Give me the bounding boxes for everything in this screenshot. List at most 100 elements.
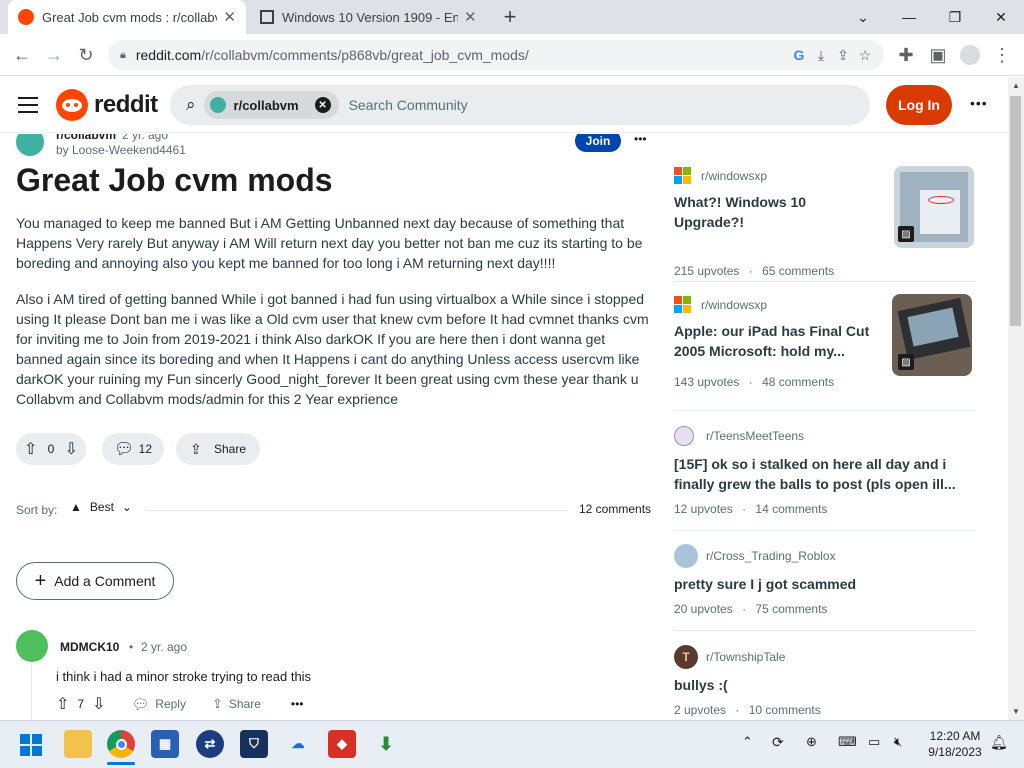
hamburger-menu-icon[interactable] (18, 97, 38, 113)
chrome-menu-icon[interactable]: ⋮ (988, 41, 1016, 69)
post-author[interactable]: by Loose-Weekend4461 (56, 143, 186, 157)
sort-dropdown[interactable]: ▲ Best ⌄ (70, 500, 132, 514)
related-sub: r/TeensMeetTeens (706, 429, 805, 443)
chevron-down-icon[interactable]: ⌄ (840, 0, 886, 34)
community-chip[interactable]: r/collabvm ✕ (203, 91, 339, 119)
related-title: What?! Windows 10 Upgrade?! (674, 194, 807, 230)
related-comments: 65 comments (762, 264, 835, 278)
download-manager-icon[interactable]: ⬇ (372, 730, 400, 758)
windows-start-icon[interactable] (20, 734, 42, 756)
related-dot: · (748, 264, 753, 278)
comment-votes: 7 (77, 697, 85, 711)
add-comment-button[interactable]: + Add a Comment (16, 562, 174, 600)
reply-icon[interactable]: 💬︎ (132, 696, 150, 713)
anydesk-icon[interactable]: ◆ (328, 730, 356, 758)
google-icon[interactable]: G (788, 44, 810, 66)
lock-icon: 🔒︎ (120, 48, 126, 61)
active-app-indicator (107, 762, 135, 765)
comments-button[interactable]: 💬︎ 12 (102, 433, 164, 465)
logo-text: reddit (94, 91, 158, 118)
related-upvotes: 143 upvotes (674, 375, 740, 389)
url-host: reddit.com (135, 47, 202, 63)
share-icon[interactable]: ⇪ (832, 44, 854, 66)
related-thumbnail[interactable]: ▨ (892, 294, 972, 376)
downvote-icon[interactable]: ⇩ (65, 439, 78, 459)
network-globe-icon[interactable]: ⊕ (806, 734, 817, 750)
comment-thread-line (31, 664, 32, 720)
related-upvotes: 20 upvotes (674, 602, 733, 616)
forward-icon[interactable]: → (40, 41, 68, 69)
related-thumbnail[interactable]: ▨ (894, 166, 974, 248)
cloud-app-icon[interactable]: ☁ (284, 730, 312, 758)
back-icon[interactable]: ← (8, 41, 36, 69)
extensions-icon[interactable]: ✚ (892, 41, 920, 69)
teamviewer-icon[interactable]: ⇄ (196, 730, 224, 758)
add-comment-label: Add a Comment (54, 573, 156, 589)
notification-bell-icon[interactable]: 🔔︎ (990, 734, 1008, 751)
share-icon[interactable]: ⇪ (212, 696, 223, 712)
commenter-avatar[interactable] (16, 630, 48, 662)
share-button[interactable]: ⇪ Share (176, 433, 260, 465)
scrollbar-thumb[interactable] (1010, 96, 1021, 326)
upvote-icon[interactable]: ⇧ (56, 694, 69, 714)
comment-icon: 💬︎ (114, 441, 135, 458)
restore-icon[interactable]: ❐ (932, 0, 978, 34)
tab-windows[interactable]: Windows 10 Version 1909 - Engl ✕ (250, 0, 488, 34)
scroll-up-icon[interactable]: ▲ (1012, 81, 1020, 90)
reply-button[interactable]: Reply (155, 697, 186, 711)
post-title: Great Job cvm mods (16, 162, 333, 198)
chrome-icon[interactable] (107, 730, 135, 758)
comment-time: 2 yr. ago (141, 640, 188, 654)
address-bar[interactable]: 🔒︎ reddit.com/r/collabvm/comments/p868vb… (108, 40, 884, 70)
main-content: r/collabvm 2 yr. ago by Loose-Weekend446… (0, 134, 1008, 720)
search-bar[interactable]: ⌕ r/collabvm ✕ Search Community (170, 85, 870, 125)
subreddit-avatar[interactable] (14, 134, 46, 158)
volume-muted-icon[interactable]: 🔇︎ (894, 734, 902, 750)
comment-actions: ⇧ 7 ⇩ 💬︎ Reply ⇪ Share ••• (56, 694, 304, 714)
store-icon[interactable]: ▦ (151, 730, 179, 758)
keyboard-icon[interactable]: ⌨ (838, 734, 857, 750)
comment-author[interactable]: MDMCK10 (60, 640, 119, 654)
tray-chevron-up-icon[interactable]: ⌃ (742, 734, 753, 750)
related-sub: r/Cross_Trading_Roblox (706, 549, 836, 563)
display-icon[interactable]: ▭ (868, 734, 880, 750)
sync-icon[interactable]: ⟳ (772, 734, 784, 751)
reload-icon[interactable]: ↻ (72, 41, 100, 69)
profile-icon[interactable] (956, 41, 984, 69)
comment-share-button[interactable]: Share (229, 697, 261, 711)
new-tab-button[interactable]: + (498, 4, 522, 29)
clock-date[interactable]: 9/18/2023 (922, 745, 988, 759)
related-upvotes: 12 upvotes (674, 502, 733, 516)
close-window-icon[interactable]: ✕ (978, 0, 1024, 34)
divider (674, 530, 976, 531)
bookmark-star-icon[interactable]: ☆ (854, 44, 876, 66)
reddit-logo[interactable]: reddit (56, 89, 158, 121)
close-tab-icon[interactable]: ✕ (464, 8, 477, 26)
subreddit-name[interactable]: r/collabvm (56, 134, 116, 142)
comment-more-icon[interactable]: ••• (291, 697, 304, 711)
minimize-icon[interactable]: — (886, 0, 932, 34)
shield-app-icon[interactable]: ⛉ (240, 730, 268, 758)
scroll-down-icon[interactable]: ▼ (1012, 707, 1020, 716)
post-more-icon[interactable]: ••• (634, 134, 647, 146)
install-icon[interactable]: ⤓ (810, 44, 832, 66)
post-body-paragraph-1: You managed to keep me banned But i AM G… (16, 215, 643, 271)
post-body-paragraph-2: Also i AM tired of getting banned While … (16, 291, 649, 407)
close-tab-icon[interactable]: ✕ (223, 8, 236, 26)
related-post[interactable]: r/TeensMeetTeens [15F] ok so i stalked o… (674, 426, 976, 516)
file-explorer-icon[interactable] (64, 730, 92, 758)
more-options-icon[interactable]: ••• (970, 95, 988, 111)
related-post[interactable]: Tr/TownshipTale bullys :( 2 upvotes · 10… (674, 645, 976, 717)
related-dot: · (742, 602, 747, 616)
clock-time[interactable]: 12:20 AM (926, 729, 984, 743)
upvote-icon[interactable]: ⇧ (24, 439, 37, 459)
tab-reddit[interactable]: Great Job cvm mods : r/collabvm ✕ (8, 0, 246, 34)
join-button[interactable]: Join (575, 134, 621, 152)
chip-clear-icon[interactable]: ✕ (314, 97, 331, 113)
related-post[interactable]: r/Cross_Trading_Roblox pretty sure I j g… (674, 544, 976, 616)
login-button[interactable]: Log In (886, 85, 952, 125)
subreddit-avatar-icon (674, 426, 694, 446)
downvote-icon[interactable]: ⇩ (92, 694, 105, 714)
side-panel-icon[interactable]: ▣ (924, 41, 952, 69)
search-input[interactable]: Search Community (349, 97, 468, 113)
